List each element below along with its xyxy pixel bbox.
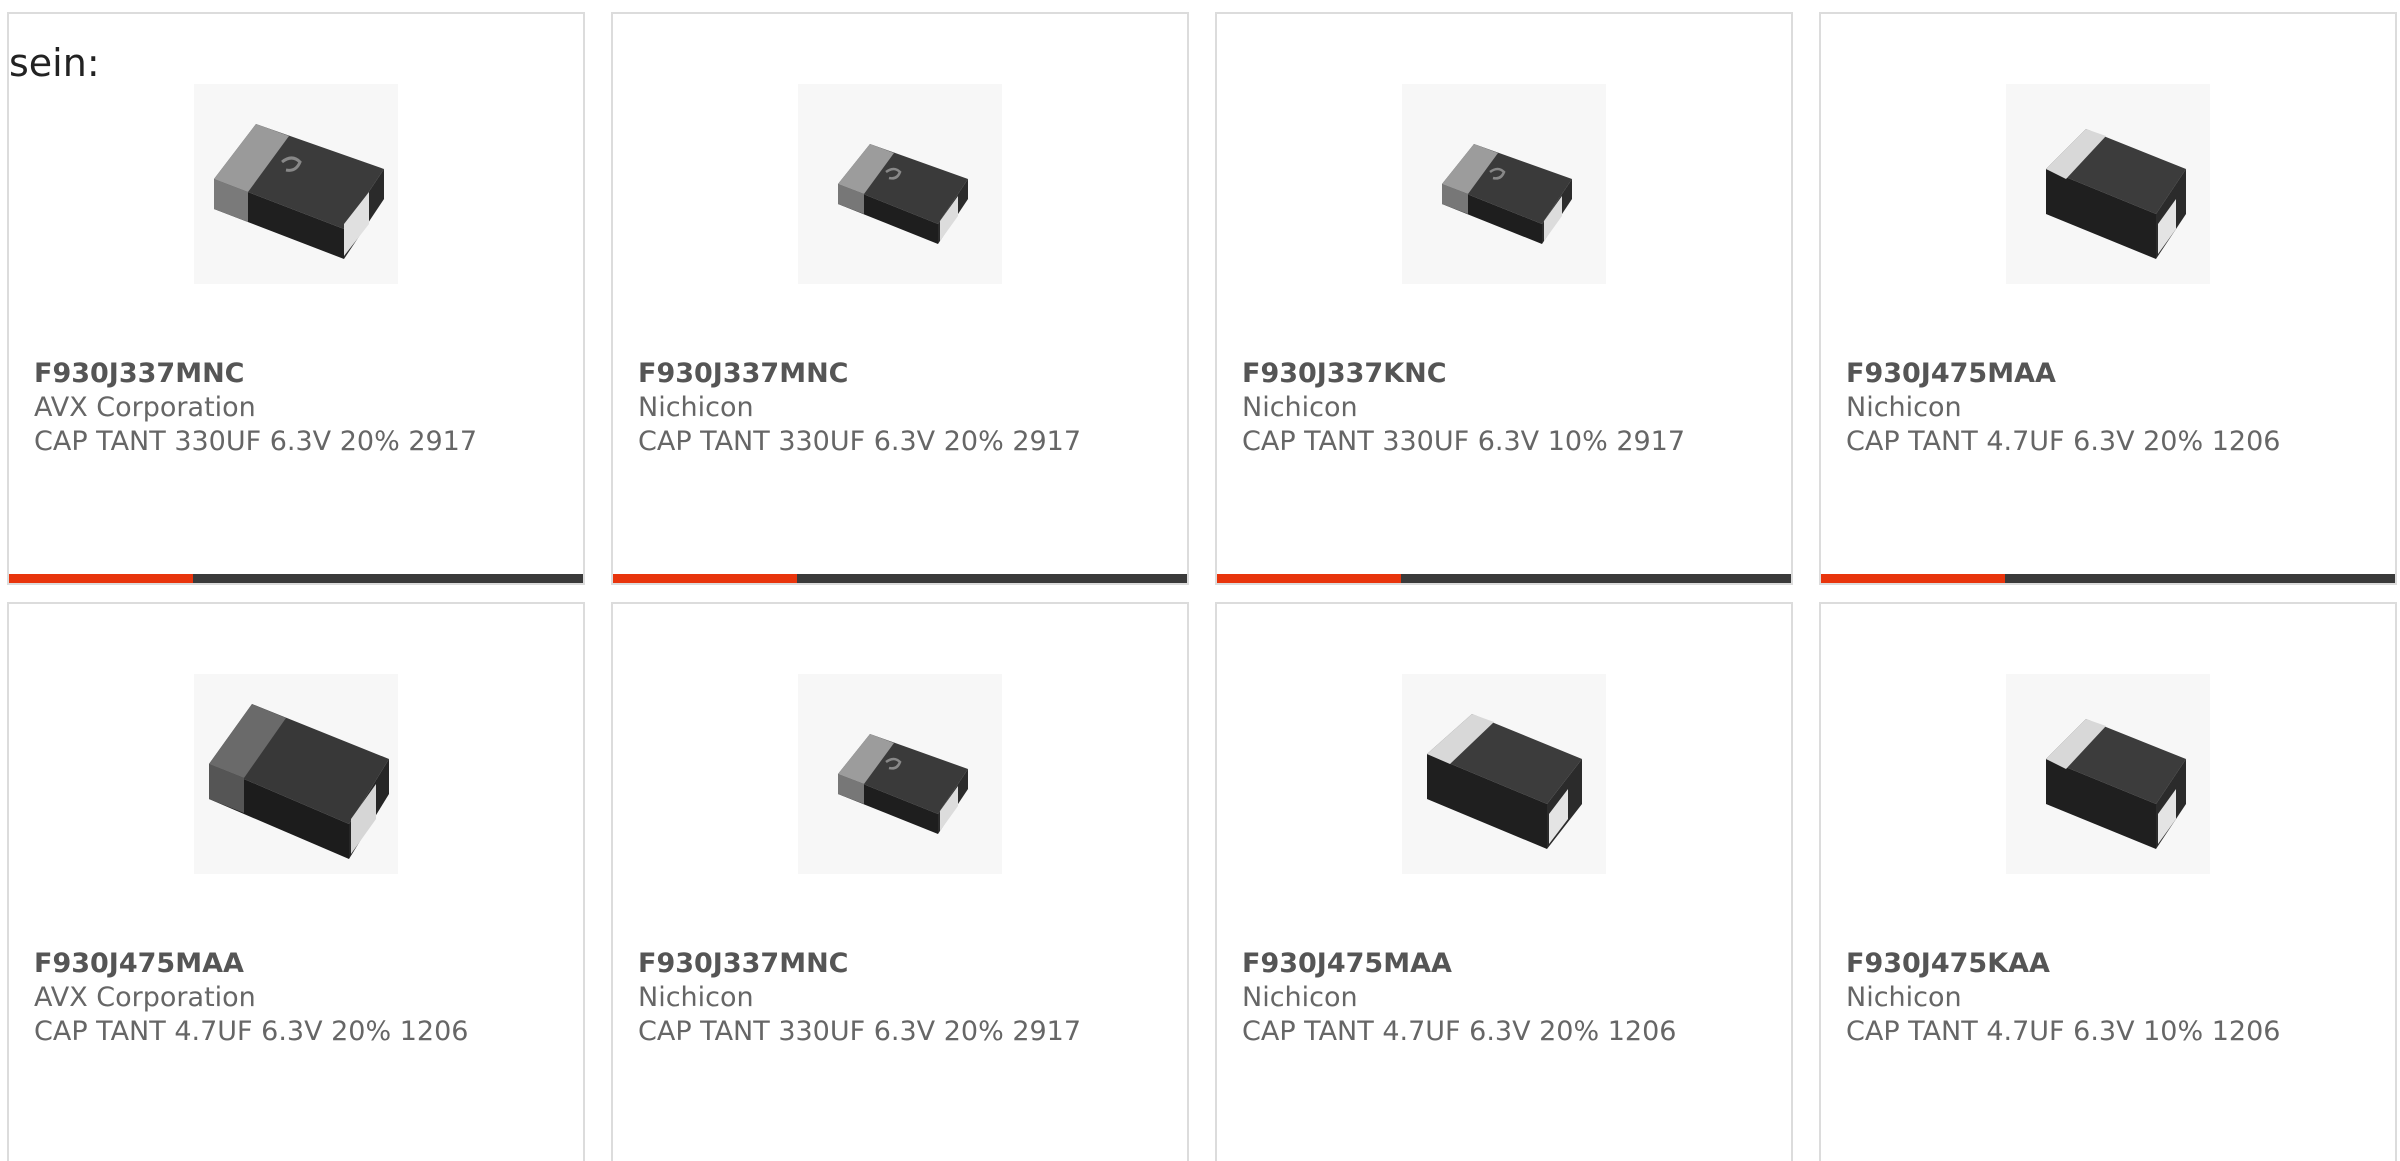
product-card[interactable]: F930J475MAA Nichicon CAP TANT 4.7UF 6.3V…: [1215, 602, 1793, 1161]
progress-fill: [613, 574, 797, 583]
manufacturer: Nichicon: [638, 982, 754, 1013]
manufacturer: Nichicon: [1242, 982, 1358, 1013]
progress-bar: [613, 574, 1187, 583]
progress-fill: [1217, 574, 1401, 583]
progress-fill: [1821, 574, 2005, 583]
manufacturer: Nichicon: [1846, 392, 1962, 423]
progress-bar: [1821, 574, 2395, 583]
tantalum-capacitor-large-icon: [194, 84, 398, 284]
tantalum-capacitor-cube-icon: [2006, 674, 2210, 874]
part-number[interactable]: F930J337MNC: [638, 357, 1177, 391]
part-number[interactable]: F930J475KAA: [1846, 947, 2385, 981]
tantalum-capacitor-cube-icon: [2006, 84, 2210, 284]
manufacturer: Nichicon: [638, 392, 754, 423]
progress-bar: [1217, 574, 1791, 583]
product-card[interactable]: F930J337KNC Nichicon CAP TANT 330UF 6.3V…: [1215, 12, 1793, 585]
part-number[interactable]: F930J337KNC: [1242, 357, 1781, 391]
product-card[interactable]: F930J475KAA Nichicon CAP TANT 4.7UF 6.3V…: [1819, 602, 2397, 1161]
tantalum-capacitor-small-icon: [1402, 84, 1606, 284]
progress-fill: [9, 574, 193, 583]
intro-text: sein:: [9, 41, 100, 85]
description: CAP TANT 4.7UF 6.3V 20% 1206: [34, 1016, 469, 1047]
manufacturer: Nichicon: [1242, 392, 1358, 423]
part-number[interactable]: F930J337MNC: [638, 947, 1177, 981]
description: CAP TANT 330UF 6.3V 10% 2917: [1242, 426, 1686, 457]
part-number[interactable]: F930J475MAA: [1242, 947, 1781, 981]
description: CAP TANT 4.7UF 6.3V 20% 1206: [1242, 1016, 1677, 1047]
part-number[interactable]: F930J475MAA: [34, 947, 573, 981]
product-card[interactable]: F930J475MAA Nichicon CAP TANT 4.7UF 6.3V…: [1819, 12, 2397, 585]
description: CAP TANT 330UF 6.3V 20% 2917: [34, 426, 478, 457]
tantalum-capacitor-small-icon: [798, 84, 1002, 284]
manufacturer: AVX Corporation: [34, 982, 256, 1013]
description: CAP TANT 4.7UF 6.3V 10% 1206: [1846, 1016, 2281, 1047]
product-card[interactable]: F930J337MNC Nichicon CAP TANT 330UF 6.3V…: [611, 602, 1189, 1161]
manufacturer: AVX Corporation: [34, 392, 256, 423]
product-grid-page: sein: F930J337MNC AVX Corporation CAP TA…: [0, 0, 2400, 1161]
product-card[interactable]: F930J337MNC Nichicon CAP TANT 330UF 6.3V…: [611, 12, 1189, 585]
tantalum-capacitor-large-icon: [194, 674, 398, 874]
product-card[interactable]: F930J337MNC AVX Corporation CAP TANT 330…: [7, 12, 585, 585]
description: CAP TANT 330UF 6.3V 20% 2917: [638, 1016, 1082, 1047]
tantalum-capacitor-cube-icon: [1402, 674, 1606, 874]
part-number[interactable]: F930J475MAA: [1846, 357, 2385, 391]
manufacturer: Nichicon: [1846, 982, 1962, 1013]
description: CAP TANT 4.7UF 6.3V 20% 1206: [1846, 426, 2281, 457]
tantalum-capacitor-small-icon: [798, 674, 1002, 874]
product-card[interactable]: F930J475MAA AVX Corporation CAP TANT 4.7…: [7, 602, 585, 1161]
part-number[interactable]: F930J337MNC: [34, 357, 573, 391]
progress-bar: [9, 574, 583, 583]
description: CAP TANT 330UF 6.3V 20% 2917: [638, 426, 1082, 457]
